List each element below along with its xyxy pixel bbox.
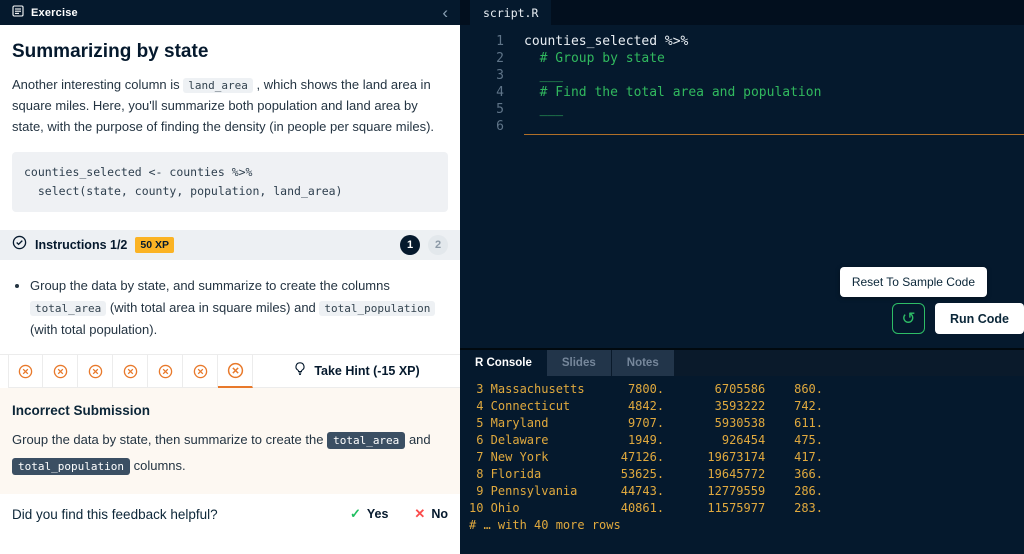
inline-code-land-area: land_area xyxy=(183,78,253,93)
code-text: counties_selected %>% xyxy=(524,34,689,49)
exercise-title: Summarizing by state xyxy=(12,41,209,62)
failed-attempt-icon xyxy=(88,364,102,379)
code-comment: # Find the total area and population xyxy=(524,85,822,100)
editor-line: 1 counties_selected %>% xyxy=(460,33,1024,50)
attempt-tab-1[interactable] xyxy=(8,355,43,389)
code-comment: # Group by state xyxy=(524,51,665,66)
editor-line: 2 # Group by state xyxy=(460,50,1024,67)
console-tab-bar: R Console Slides Notes xyxy=(460,350,1024,376)
sample-code-block: counties_selected <- counties %>% select… xyxy=(12,152,448,213)
take-hint-button[interactable]: Take Hint (-15 XP) xyxy=(253,355,460,389)
instructions-content: Group the data by state, and summarize t… xyxy=(0,260,460,354)
inline-code-total-population: total_population xyxy=(319,301,436,317)
tab-notes[interactable]: Notes xyxy=(611,350,675,376)
editor-line: 5 ___ xyxy=(460,101,1024,118)
exercise-panel-header: Exercise ‹ xyxy=(0,0,460,25)
console-line: 8 Florida 53625. 19645772 366. xyxy=(469,467,824,481)
console-line: 6 Delaware 1949. 926454 475. xyxy=(469,433,824,447)
editor-line: 3 ___ xyxy=(460,67,1024,84)
instruction-item: Group the data by state, and summarize t… xyxy=(30,275,448,341)
attempt-tab-5[interactable] xyxy=(148,355,183,389)
console-line: 4 Connecticut 4842. 3593222 742. xyxy=(469,399,824,413)
console-line: 10 Ohio 40861. 11575977 283. xyxy=(469,501,824,515)
check-icon: ✓ xyxy=(349,506,361,522)
attempts-row: Take Hint (-15 XP) xyxy=(0,354,460,389)
line-number: 2 xyxy=(496,51,504,66)
code-workspace: script.R 1 counties_selected %>% 2 # Gro… xyxy=(460,0,1024,554)
console-line: 9 Pennsylvania 44743. 12779559 286. xyxy=(469,484,824,498)
feedback-code-total-population: total_population xyxy=(12,457,130,475)
reset-code-button[interactable]: ↺ xyxy=(891,303,925,334)
exercise-description: Summarizing by state Another interesting… xyxy=(0,25,460,213)
reset-icon: ↺ xyxy=(901,308,916,328)
line-number: 4 xyxy=(496,85,504,100)
attempt-tab-3[interactable] xyxy=(78,355,113,389)
feedback-title: Incorrect Submission xyxy=(12,403,151,419)
lightbulb-icon xyxy=(293,361,307,381)
reset-tooltip: Reset To Sample Code xyxy=(839,267,987,297)
attempt-tab-2[interactable] xyxy=(43,355,78,389)
editor-actions: ↺ Run Code xyxy=(891,303,1024,334)
feedback-section: Incorrect Submission Group the data by s… xyxy=(0,388,460,495)
step-2-indicator[interactable]: 2 xyxy=(428,235,448,256)
code-text xyxy=(524,118,1024,135)
line-number: 3 xyxy=(496,68,504,83)
feedback-no-button[interactable]: ✕ No xyxy=(414,506,448,522)
xp-badge: 50 XP xyxy=(135,237,174,254)
instruction-steps: 1 2 xyxy=(400,235,448,256)
failed-attempt-icon xyxy=(193,364,207,379)
exercise-panel: Exercise ‹ Summarizing by state Another … xyxy=(0,0,460,554)
attempt-tab-7-active[interactable] xyxy=(218,355,253,389)
feedback-text: Group the data by state, then summarize … xyxy=(12,432,431,475)
failed-attempt-icon xyxy=(227,363,243,379)
code-editor[interactable]: 1 counties_selected %>% 2 # Group by sta… xyxy=(460,25,1024,348)
inline-code-total-area: total_area xyxy=(30,301,107,317)
failed-attempt-icon xyxy=(53,364,67,379)
failed-attempt-icon xyxy=(123,364,137,379)
console-panel: R Console Slides Notes 2 Rhode Island 10… xyxy=(460,348,1024,554)
collapse-panel-button[interactable]: ‹ xyxy=(442,4,448,21)
instructions-bar: Instructions 1/2 50 XP 1 2 xyxy=(0,230,460,261)
console-output[interactable]: 2 Rhode Island 1034. 1053661 1019. 3 Mas… xyxy=(460,376,1024,554)
run-code-button[interactable]: Run Code xyxy=(934,303,1024,334)
line-number: 6 xyxy=(496,119,504,134)
feedback-helpful-question: Did you find this feedback helpful? xyxy=(12,506,218,522)
step-1-indicator[interactable]: 1 xyxy=(400,235,420,256)
feedback-yes-button[interactable]: ✓ Yes xyxy=(350,506,388,522)
tab-r-console[interactable]: R Console xyxy=(460,350,547,376)
take-hint-label: Take Hint (-15 XP) xyxy=(314,364,420,379)
instructions-check-icon xyxy=(12,235,27,255)
console-line: 3 Massachusetts 7800. 6705586 860. xyxy=(469,382,824,396)
line-number: 5 xyxy=(496,102,504,117)
attempt-tab-4[interactable] xyxy=(113,355,148,389)
console-line: 5 Maryland 9707. 5930538 611. xyxy=(469,416,824,430)
tab-script-r[interactable]: script.R xyxy=(470,0,552,25)
failed-attempt-icon xyxy=(18,364,33,379)
line-number: 1 xyxy=(496,34,504,49)
console-line: # … with 40 more rows xyxy=(469,518,621,532)
feedback-helpful-row: Did you find this feedback helpful? ✓ Ye… xyxy=(0,494,460,535)
exercise-icon xyxy=(12,4,24,22)
exercise-intro-text: Another interesting column is land_area … xyxy=(12,77,435,135)
attempt-tab-6[interactable] xyxy=(183,355,218,389)
code-blank-placeholder: ___ xyxy=(524,68,564,83)
code-blank-placeholder: ___ xyxy=(524,102,564,117)
x-icon: ✕ xyxy=(414,506,426,522)
editor-line: 4 # Find the total area and population xyxy=(460,84,1024,101)
editor-tab-bar: script.R xyxy=(460,0,1024,25)
feedback-vote-buttons: ✓ Yes ✕ No xyxy=(350,506,448,522)
feedback-code-total-area: total_area xyxy=(327,432,406,450)
tab-slides[interactable]: Slides xyxy=(546,350,612,376)
panel-title: Exercise xyxy=(31,6,78,19)
failed-attempt-icon xyxy=(158,364,172,379)
editor-line: 6 xyxy=(460,118,1024,135)
instructions-label: Instructions 1/2 xyxy=(35,238,128,253)
console-line: 7 New York 47126. 19673174 417. xyxy=(469,450,824,464)
exercise-panel-body: Summarizing by state Another interesting… xyxy=(0,25,460,554)
